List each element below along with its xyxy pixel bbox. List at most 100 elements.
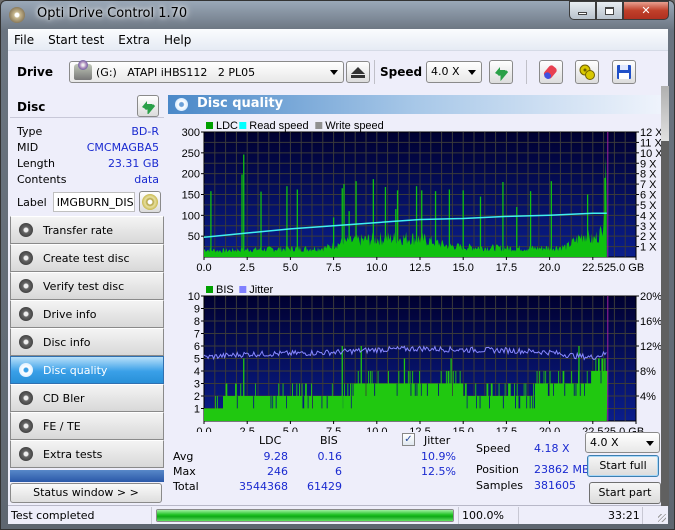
sidebar: Disc Type BD-R MID CMCMAGBA5 Length 23.31 G… — [8, 94, 164, 506]
y2-tick-label: 16% — [640, 316, 662, 328]
nav-label: Transfer rate — [43, 223, 114, 237]
chevron-down-icon — [330, 70, 338, 75]
col-bis: BIS — [320, 434, 338, 447]
nav-drive-info[interactable]: Drive info — [10, 300, 164, 328]
status-bar: Test completed 100.0% 33:21 — [8, 505, 668, 524]
drive-select[interactable]: (G:) ATAPI iHBS112 2 PL05 — [69, 60, 344, 83]
y2-tick-label: 4% — [640, 391, 656, 403]
row-total-label: Total — [173, 480, 199, 493]
disc-contents-row: Contents data — [17, 173, 159, 189]
nav-label: CD Bler — [43, 391, 85, 405]
disc-mid-value: CMCMAGBA5 — [86, 141, 159, 154]
y2-tick-label: 9 X — [640, 158, 657, 170]
transfer-rate-icon — [19, 223, 33, 237]
progress-fill — [157, 510, 453, 521]
scrollbar[interactable] — [661, 86, 669, 506]
y-tick-label: 300 — [182, 127, 200, 139]
y2-tick-label: 5 X — [640, 200, 657, 212]
window-title: Opti Drive Control 1.70 — [37, 6, 188, 21]
label-label: Label — [17, 195, 47, 209]
resize-grip-icon[interactable] — [658, 514, 666, 522]
legend-swatch — [315, 122, 323, 129]
nav-cd-bler[interactable]: CD Bler — [10, 384, 164, 412]
y2-tick-label: 6 X — [640, 190, 657, 202]
create-disc-icon — [19, 251, 33, 265]
maximize-button[interactable] — [596, 1, 623, 20]
legend-label: BIS — [216, 284, 234, 296]
y-tick-label: 100 — [182, 210, 200, 222]
x-tick-label: 10.0 — [366, 262, 387, 274]
legend-swatch — [239, 286, 247, 293]
disc-quality-icon — [19, 363, 33, 377]
status-text: Test completed — [11, 509, 95, 522]
samples-value: 381605 — [534, 479, 576, 492]
settings-button[interactable] — [575, 60, 599, 84]
x-tick-label: 22.5 — [582, 262, 603, 274]
x-tick-label: 12.5 — [409, 262, 430, 274]
title-bar[interactable]: Opti Drive Control 1.70 ✕ — [1, 1, 674, 29]
nav-fe-te[interactable]: FE / TE — [10, 412, 164, 440]
fe-te-icon — [19, 419, 33, 433]
menu-bar: File Start test Extra Help — [8, 29, 668, 51]
y-tick-label: 1 — [194, 404, 200, 416]
chevron-down-icon — [468, 70, 476, 75]
y-tick-label: 2 — [194, 391, 200, 403]
jitter-checkbox[interactable]: ✓ — [402, 433, 415, 446]
legend-label: LDC — [216, 120, 238, 132]
nav-label: Create test disc — [43, 251, 130, 265]
y2-tick-label: 20% — [640, 291, 662, 303]
nav-disc-info[interactable]: Disc info — [10, 328, 164, 356]
eject-button[interactable] — [346, 61, 370, 83]
save-button[interactable] — [612, 60, 636, 84]
scrollbar-thumb[interactable] — [661, 141, 669, 506]
menu-extra[interactable]: Extra — [111, 33, 157, 47]
disc-type-value: BD-R — [131, 125, 159, 138]
y2-tick-label: 8% — [640, 366, 656, 378]
start-part-button[interactable]: Start part — [589, 482, 661, 504]
legend-swatch — [206, 286, 213, 293]
disc-contents-value: data — [134, 173, 159, 186]
nav-extra-tests[interactable]: Extra tests — [10, 440, 164, 468]
disc-panel: Disc Type BD-R MID CMCMAGBA5 Length 23.31 G… — [10, 94, 164, 214]
y-tick-label: 8 — [194, 316, 200, 328]
nav-verify-test-disc[interactable]: Verify test disc — [10, 272, 164, 300]
close-button[interactable]: ✕ — [623, 1, 669, 20]
max-bis: 6 — [335, 465, 342, 478]
nav-transfer-rate[interactable]: Transfer rate — [10, 216, 164, 244]
settings-icon — [579, 64, 595, 80]
verify-disc-icon — [19, 279, 33, 293]
menu-start-test[interactable]: Start test — [41, 33, 111, 47]
status-window-button[interactable]: Status window > > — [10, 483, 162, 503]
start-full-button[interactable]: Start full — [587, 455, 659, 477]
disc-label-button[interactable] — [138, 191, 161, 213]
col-jitter: Jitter — [424, 434, 451, 447]
disc-type-row: Type BD-R — [17, 125, 159, 141]
minimize-button[interactable] — [569, 1, 596, 20]
speed-select[interactable]: 4.0 X — [426, 61, 482, 83]
legend-swatch — [239, 122, 247, 129]
disc-label-row: Label IMGBURN_DISC — [17, 191, 162, 213]
menu-file[interactable]: File — [8, 33, 41, 47]
drive-info-icon — [19, 307, 33, 321]
refresh-button[interactable] — [489, 60, 513, 84]
menu-help[interactable]: Help — [157, 33, 198, 47]
disc-label-input[interactable]: IMGBURN_DISC — [52, 192, 135, 212]
avg-jitter: 10.9% — [421, 450, 456, 463]
erase-button[interactable] — [539, 60, 563, 84]
speed-value: 4.0 X — [431, 65, 460, 78]
nav-disc-quality[interactable]: Disc quality — [10, 356, 164, 384]
x-tick-label: 15.0 — [452, 262, 473, 274]
nav-create-test-disc[interactable]: Create test disc — [10, 244, 164, 272]
y-tick-label: 50 — [188, 231, 200, 243]
test-speed-select[interactable]: 4.0 X — [585, 432, 660, 453]
y2-tick-label: 8 X — [640, 169, 657, 181]
disc-mid-row: MID CMCMAGBA5 — [17, 141, 159, 157]
field-label: Contents — [17, 173, 67, 186]
disc-refresh-button[interactable] — [137, 95, 159, 117]
erase-icon — [543, 65, 557, 79]
app-disc-icon — [9, 7, 25, 23]
maximize-icon — [605, 6, 614, 15]
x-tick-label: 20.0 — [539, 262, 560, 274]
save-icon — [617, 65, 631, 79]
test-speed-value: 4.0 X — [590, 436, 619, 449]
